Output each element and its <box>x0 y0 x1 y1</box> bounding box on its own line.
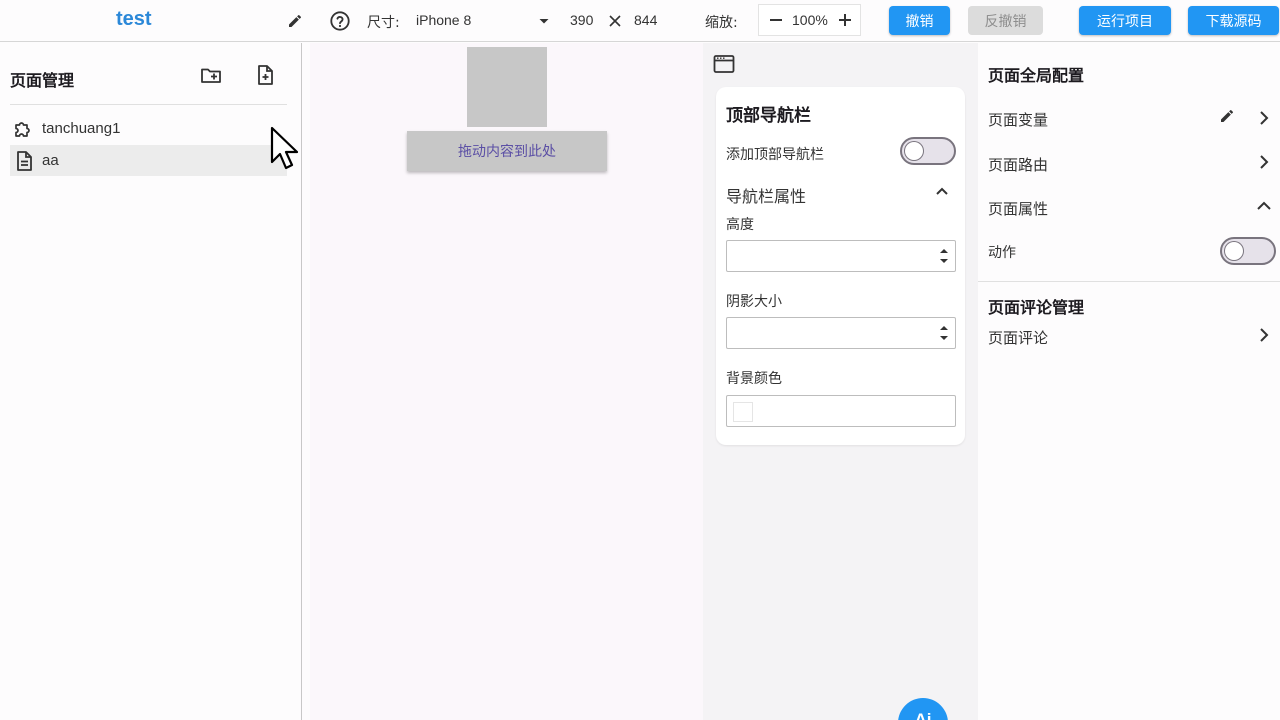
new-page-icon[interactable] <box>253 63 277 87</box>
page-manager-panel: 页面管理 tanchuang1 aa <box>0 43 302 720</box>
design-canvas[interactable]: 拖动内容到此处 <box>310 43 703 720</box>
zoom-in-icon[interactable] <box>833 8 857 32</box>
navbar-props-label: 导航栏属性 <box>726 187 807 206</box>
divider <box>10 104 287 105</box>
edit-icon[interactable] <box>1219 108 1239 128</box>
page-item-tanchuang1[interactable]: tanchuang1 <box>10 113 287 144</box>
action-toggle[interactable] <box>1220 237 1276 265</box>
spinner-icon[interactable] <box>939 245 949 267</box>
bg-color-input[interactable] <box>726 395 956 427</box>
chevron-up-icon[interactable] <box>1254 196 1274 216</box>
help-icon[interactable] <box>328 9 352 33</box>
device-select[interactable]: iPhone 8 <box>416 12 471 28</box>
new-folder-icon[interactable] <box>199 63 223 87</box>
zoom-value: 100% <box>792 12 828 28</box>
add-navbar-toggle[interactable] <box>900 137 956 165</box>
chevron-up-icon[interactable] <box>932 181 952 201</box>
toggle-knob <box>1225 242 1243 260</box>
ai-assistant-button[interactable]: Ai <box>898 698 948 720</box>
bg-color-label: 背景颜色 <box>726 371 782 387</box>
page-item-label: tanchuang1 <box>42 120 121 137</box>
page-manager-title: 页面管理 <box>10 71 75 90</box>
mouse-cursor-icon <box>270 126 299 170</box>
zoom-label: 缩放: <box>705 15 738 31</box>
page-item-aa[interactable]: aa <box>10 145 287 176</box>
drop-zone[interactable]: 拖动内容到此处 <box>407 131 607 171</box>
dropdown-arrow-icon[interactable] <box>532 9 556 33</box>
color-swatch[interactable] <box>733 402 753 422</box>
shadow-label: 阴影大小 <box>726 294 782 310</box>
undo-button[interactable]: 撤销 <box>889 6 950 35</box>
chevron-right-icon[interactable] <box>1254 325 1274 345</box>
toggle-knob <box>905 142 923 160</box>
page-item-label: aa <box>42 152 59 169</box>
height-input[interactable] <box>726 240 956 272</box>
top-navbar-card: 顶部导航栏 添加顶部导航栏 导航栏属性 高度 阴影大小 背景颜色 <box>716 87 965 445</box>
document-icon <box>17 150 32 171</box>
width-value[interactable]: 390 <box>570 12 593 28</box>
top-toolbar: test 尺寸: iPhone 8 390 844 缩放: 100% 撤销 反撤… <box>0 0 1280 42</box>
properties-panel: 顶部导航栏 添加顶部导航栏 导航栏属性 高度 阴影大小 背景颜色 Ai <box>703 43 978 720</box>
comments-heading: 页面评论管理 <box>988 298 1085 317</box>
height-label: 高度 <box>726 217 754 233</box>
puzzle-icon <box>15 121 30 137</box>
divider <box>978 281 1280 282</box>
browser-window-icon[interactable] <box>712 52 736 76</box>
page-config-panel: 页面全局配置 页面变量 页面路由 页面属性 动作 页面评论管理 页面评论 <box>978 43 1280 720</box>
image-placeholder[interactable] <box>467 47 547 127</box>
height-value[interactable]: 844 <box>634 12 657 28</box>
app-title: test <box>116 8 152 30</box>
download-source-button[interactable]: 下载源码 <box>1188 6 1279 35</box>
size-label: 尺寸: <box>367 15 400 31</box>
add-navbar-label: 添加顶部导航栏 <box>726 147 824 163</box>
card-title: 顶部导航栏 <box>726 106 811 126</box>
edit-title-icon[interactable] <box>283 9 307 33</box>
action-label: 动作 <box>988 245 1016 261</box>
page-properties-label[interactable]: 页面属性 <box>988 198 1048 219</box>
page-comments-label[interactable]: 页面评论 <box>988 327 1048 348</box>
zoom-control: 100% <box>758 4 861 36</box>
page-route-label[interactable]: 页面路由 <box>988 154 1048 175</box>
spinner-icon[interactable] <box>939 322 949 344</box>
chevron-right-icon[interactable] <box>1254 108 1274 128</box>
redo-button: 反撤销 <box>968 6 1043 35</box>
times-icon <box>603 9 627 33</box>
page-variables-label[interactable]: 页面变量 <box>988 109 1048 130</box>
global-config-heading: 页面全局配置 <box>988 66 1085 85</box>
run-project-button[interactable]: 运行项目 <box>1079 6 1171 35</box>
chevron-right-icon[interactable] <box>1254 152 1274 172</box>
zoom-out-icon[interactable] <box>764 8 788 32</box>
shadow-input[interactable] <box>726 317 956 349</box>
